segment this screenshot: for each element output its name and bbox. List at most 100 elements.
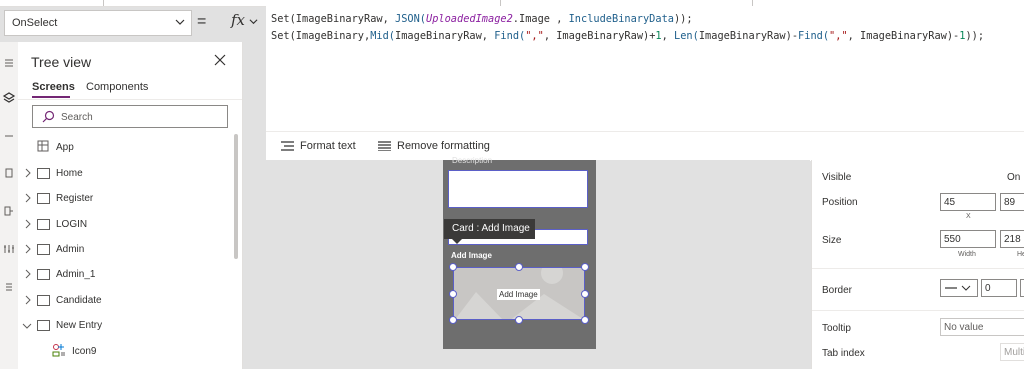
tree-item-new-entry[interactable]: New Entry [18,315,242,337]
scrollbar[interactable] [234,134,238,259]
chevron-down-icon [249,19,258,25]
menu-icon[interactable] [0,56,18,70]
screen-icon [37,193,50,204]
formula-token: .Image , [512,13,569,25]
chevron-right-icon [25,168,31,178]
size-height-caption: He [1017,251,1024,258]
tree-item-label: New Entry [56,320,103,331]
tree-item-icon9[interactable]: Icon9 [18,341,242,363]
formula-editor[interactable]: Set(ImageBinaryRaw, JSON(UploadedImage2.… [266,6,1024,131]
icon-control-icon [52,344,65,357]
size-width-value: 550 [944,234,961,245]
divider [18,99,242,100]
layers-icon[interactable] [0,91,18,105]
chevron-right-icon [25,269,31,279]
tab-components[interactable]: Components [86,81,148,93]
resize-handle[interactable] [581,263,589,271]
formula-token: Find( [494,30,526,42]
media-icon[interactable] [0,204,18,218]
tab-screens[interactable]: Screens [32,81,75,93]
formula-toolbar: Format text Remove formatting [266,131,1024,161]
tooltip-text: Card : Add Image [452,223,530,234]
left-rail [0,42,19,369]
visible-value[interactable]: On [1007,172,1020,183]
search-icon [42,110,55,123]
position-y-input[interactable]: 89 [1000,193,1024,211]
data-icon[interactable] [0,166,18,180]
screen-icon [37,295,50,306]
tree-item-admin[interactable]: Admin [18,239,242,261]
formula-line-1: Set(ImageBinaryRaw, JSON(UploadedImage2.… [271,13,693,25]
size-width-input[interactable]: 550 [940,230,996,248]
tree-item-candidate[interactable]: Candidate [18,290,242,312]
chevron-down-icon [175,19,185,25]
remove-formatting-label: Remove formatting [397,140,490,152]
chevron-right-icon [25,193,31,203]
formula-token: ImageBinaryRaw, [395,30,495,42]
divider [812,268,1024,269]
resize-handle[interactable] [449,263,457,271]
position-x-input[interactable]: 45 [940,193,996,211]
formula-token: UploadedImage2 [426,13,513,25]
formula-token: JSON( [395,13,426,25]
size-width-caption: Width [958,251,976,258]
resize-handle[interactable] [449,316,457,324]
function-button[interactable]: fx [225,11,261,33]
divider [812,310,1024,311]
advanced-tools-icon[interactable] [0,242,18,256]
property-dropdown[interactable]: OnSelect [4,10,192,36]
border-width-input[interactable]: 0 [981,279,1017,297]
format-text-button[interactable]: Format text [281,140,356,152]
position-x-value: 45 [944,197,956,208]
app-icon [37,140,49,152]
screen-icon [37,269,50,280]
tree-item-admin-1[interactable]: Admin_1 [18,264,242,286]
tab-index-value: Multi [1004,347,1024,358]
border-label: Border [822,285,853,296]
formula-token: Set(ImageBinary, [271,30,371,42]
format-text-icon [281,141,294,151]
resize-handle[interactable] [581,290,589,298]
search-input[interactable]: Search [32,105,228,128]
border-style-icon [945,285,971,291]
resize-handle[interactable] [515,316,523,324]
resize-handle[interactable] [581,316,589,324]
tooltip-value: No value [944,322,984,333]
tab-index-label: Tab index [822,348,865,359]
screen-icon [37,168,50,179]
insert-icon[interactable] [0,129,18,143]
settings-icon[interactable] [0,280,18,294]
formula-token: , ImageBinaryRaw)+ [543,30,656,42]
tree-view-panel: Tree view Screens Components Search App … [18,42,243,369]
border-width-value: 0 [985,283,991,294]
tree-item-label: App [56,142,74,153]
tooltip-label: Tooltip [822,323,851,334]
tab-index-input[interactable]: Multi [1000,343,1024,361]
border-color-picker[interactable] [1020,279,1024,297]
format-text-label: Format text [300,140,356,152]
card-tooltip: Card : Add Image [444,219,535,239]
resize-handle[interactable] [515,263,523,271]
chevron-down-icon [22,323,32,329]
border-style-dropdown[interactable] [940,279,978,297]
chevron-right-icon [25,295,31,305]
remove-formatting-button[interactable]: Remove formatting [378,140,490,152]
resize-handle[interactable] [449,290,457,298]
formula-token: )); [673,13,693,25]
tree-item-home[interactable]: Home [18,163,242,185]
formula-token: , [661,30,675,42]
formula-token: "," [829,30,848,42]
divider [103,0,104,6]
tree-item-register[interactable]: Register [18,188,242,210]
tooltip-input[interactable]: No value [940,318,1024,336]
description-input[interactable] [448,170,588,208]
formula-token: IncludeBinaryData [568,13,674,25]
tree-item-login[interactable]: LOGIN [18,214,242,236]
close-icon[interactable] [214,54,226,66]
size-height-input[interactable]: 218 [1000,230,1024,248]
size-label: Size [822,235,842,246]
tree-item-app[interactable]: App [18,137,242,159]
selection-outline [453,267,585,320]
position-label: Position [822,197,858,208]
tree-item-label: Register [56,193,94,204]
